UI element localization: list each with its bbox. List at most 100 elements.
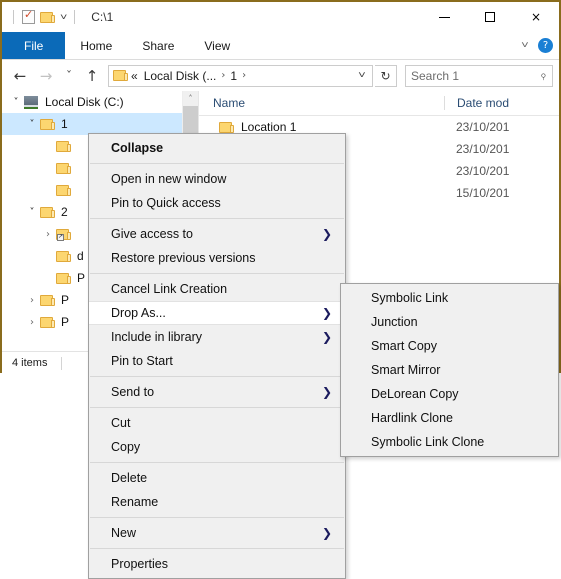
minimize-button[interactable] xyxy=(421,2,467,32)
ribbon-right-controls: ˅ ? xyxy=(521,32,553,59)
breadcrumb-separator-icon[interactable]: › xyxy=(240,70,248,81)
folder-icon xyxy=(40,294,55,307)
chevron-right-icon: ❯ xyxy=(321,330,332,344)
maximize-button[interactable] xyxy=(467,2,513,32)
breadcrumb-separator-icon[interactable]: › xyxy=(219,70,227,81)
menu-item-new[interactable]: New ❯ xyxy=(89,521,345,545)
file-date-cell: 15/10/201 xyxy=(456,186,510,200)
search-input[interactable]: Search 1 xyxy=(411,69,540,83)
tree-item-label: 1 xyxy=(61,117,68,131)
submenu-item-junction[interactable]: Junction xyxy=(341,310,558,334)
menu-item-cancel-link-creation[interactable]: Cancel Link Creation xyxy=(89,277,345,301)
refresh-button[interactable]: ↻ xyxy=(375,64,397,87)
item-count-label: 4 items xyxy=(12,357,48,369)
submenu-item-symbolic-link-clone[interactable]: Symbolic Link Clone xyxy=(341,430,558,454)
address-input[interactable]: « Local Disk (... › 1 › ˅ xyxy=(108,64,373,87)
file-name-cell: Location 1 xyxy=(199,120,444,134)
up-button[interactable]: ↑ xyxy=(80,64,104,88)
menu-item-pin-to-quick-access[interactable]: Pin to Quick access xyxy=(89,191,345,215)
drive-icon xyxy=(24,95,40,109)
tree-item-label: d xyxy=(77,249,84,263)
new-folder-icon[interactable] xyxy=(40,11,55,24)
close-button[interactable]: × xyxy=(513,2,559,32)
folder-icon xyxy=(40,206,55,219)
submenu-item-symbolic-link[interactable]: Symbolic Link xyxy=(341,286,558,310)
submenu-item-delorean-copy[interactable]: DeLorean Copy xyxy=(341,382,558,406)
menu-separator xyxy=(90,517,344,518)
file-date-cell: 23/10/201 xyxy=(456,164,510,178)
sort-ascending-icon: ˄ xyxy=(327,91,332,99)
menu-item-cut[interactable]: Cut xyxy=(89,411,345,435)
chevron-down-icon[interactable]: ˅ xyxy=(24,119,40,130)
chevron-right-icon[interactable]: › xyxy=(24,295,40,306)
quick-access-toolbar: ˅ C:\1 xyxy=(2,8,113,24)
menu-item-send-to[interactable]: Send to ❯ xyxy=(89,380,345,404)
properties-checkmark-icon[interactable] xyxy=(22,8,35,24)
tree-item-label: P xyxy=(61,293,70,307)
menu-item-delete[interactable]: Delete xyxy=(89,466,345,490)
chevron-right-icon: ❯ xyxy=(321,306,332,320)
menu-item-label: New xyxy=(111,526,137,540)
tree-item-label: 2 xyxy=(61,205,68,219)
menu-item-restore-previous-versions[interactable]: Restore previous versions xyxy=(89,246,345,270)
tree-item-label: P xyxy=(77,271,86,285)
chevron-down-icon[interactable]: ˅ xyxy=(60,12,67,22)
submenu-item-smart-mirror[interactable]: Smart Mirror xyxy=(341,358,558,382)
breadcrumb-overflow[interactable]: « xyxy=(128,69,141,83)
chevron-right-icon: ❯ xyxy=(321,526,332,540)
search-box[interactable]: Search 1 ⌕ xyxy=(405,64,553,87)
column-header-date-modified[interactable]: Date mod xyxy=(444,96,509,110)
submenu-item-hardlink-clone[interactable]: Hardlink Clone xyxy=(341,406,558,430)
folder-icon xyxy=(40,316,55,329)
file-name-label: Location 1 xyxy=(241,120,297,134)
menu-separator xyxy=(90,273,344,274)
menu-separator xyxy=(90,376,344,377)
menu-item-label: Send to xyxy=(111,385,155,399)
help-icon[interactable]: ? xyxy=(538,38,553,53)
folder-icon xyxy=(219,121,234,134)
breadcrumb-folder-1[interactable]: 1 xyxy=(227,69,240,83)
title-bar: ˅ C:\1 × xyxy=(2,2,559,32)
menu-item-copy[interactable]: Copy xyxy=(89,435,345,459)
folder-shortcut-icon: ↗ xyxy=(56,228,71,241)
submenu-item-smart-copy[interactable]: Smart Copy xyxy=(341,334,558,358)
column-header-name[interactable]: Name xyxy=(199,96,444,110)
tab-view[interactable]: View xyxy=(189,32,245,59)
menu-item-include-in-library[interactable]: Include in library ❯ xyxy=(89,325,345,349)
menu-item-give-access-to[interactable]: Give access to ❯ xyxy=(89,222,345,246)
tab-file[interactable]: File xyxy=(2,32,66,59)
chevron-right-icon[interactable]: › xyxy=(24,317,40,328)
tree-item-local-disk[interactable]: ˅ Local Disk (C:) xyxy=(2,91,182,113)
folder-icon xyxy=(56,184,71,197)
breadcrumb-local-disk[interactable]: Local Disk (... xyxy=(141,69,220,83)
folder-icon xyxy=(40,118,55,131)
context-menu: Collapse Open in new window Pin to Quick… xyxy=(88,133,346,579)
chevron-right-icon: ❯ xyxy=(321,227,332,241)
shortcut-badge-icon: ↗ xyxy=(57,233,64,241)
menu-item-label: Include in library xyxy=(111,330,203,344)
menu-item-drop-as[interactable]: Drop As... ❯ xyxy=(89,301,345,325)
menu-item-properties[interactable]: Properties xyxy=(89,552,345,576)
menu-item-rename[interactable]: Rename xyxy=(89,490,345,514)
tab-home[interactable]: Home xyxy=(65,32,127,59)
chevron-down-icon[interactable]: ˅ xyxy=(24,207,40,218)
folder-icon xyxy=(56,162,71,175)
menu-item-collapse[interactable]: Collapse xyxy=(89,136,345,160)
tree-item-label: Local Disk (C:) xyxy=(45,95,124,109)
tree-item-folder-1[interactable]: ˅ 1 xyxy=(2,113,182,135)
folder-icon xyxy=(56,272,71,285)
forward-button[interactable]: → xyxy=(34,64,58,88)
recent-locations-button[interactable]: ˅ xyxy=(58,64,80,88)
chevron-right-icon[interactable]: › xyxy=(40,229,56,240)
chevron-down-icon[interactable]: ˅ xyxy=(8,97,24,108)
tab-share[interactable]: Share xyxy=(127,32,189,59)
menu-item-pin-to-start[interactable]: Pin to Start xyxy=(89,349,345,373)
drop-as-submenu: Symbolic Link Junction Smart Copy Smart … xyxy=(340,283,559,457)
chevron-down-icon[interactable]: ˅ xyxy=(352,70,373,81)
divider xyxy=(13,10,14,24)
chevron-down-icon[interactable]: ˅ xyxy=(521,40,529,51)
scroll-up-icon[interactable]: ˄ xyxy=(183,91,198,106)
back-button[interactable]: ← xyxy=(8,64,32,88)
menu-item-open-in-new-window[interactable]: Open in new window xyxy=(89,167,345,191)
tree-item-label: P xyxy=(61,315,70,329)
